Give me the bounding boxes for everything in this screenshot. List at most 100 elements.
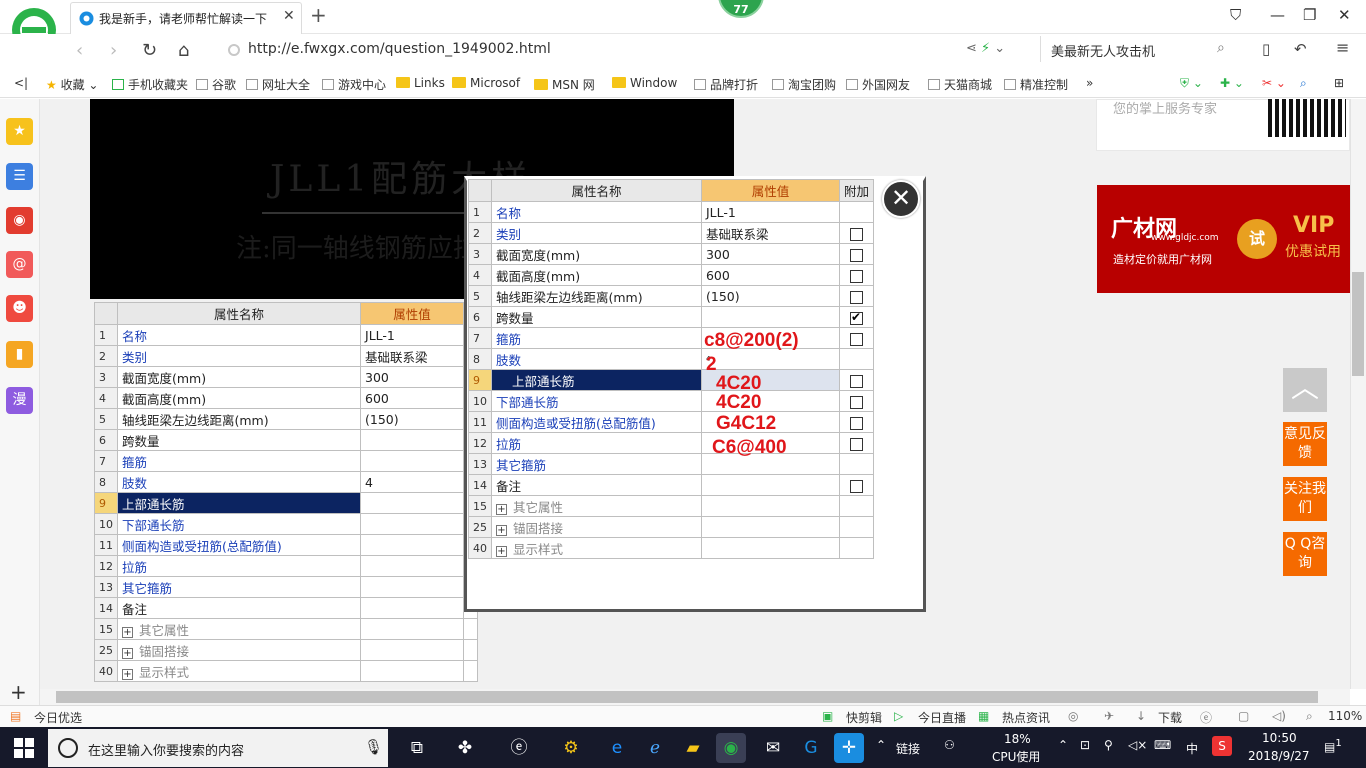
vertical-scrollbar[interactable] <box>1350 99 1366 689</box>
bookmark-item[interactable]: 游戏中心 <box>322 76 386 93</box>
row-property-name[interactable]: 箍筋 <box>491 327 702 349</box>
row-property-value[interactable]: (150) <box>700 285 840 307</box>
row-property-value[interactable]: 600 <box>700 264 840 286</box>
browser-status-icon[interactable]: ⓔ <box>1200 709 1212 726</box>
table-row[interactable]: 3 截面宽度(mm) 300 <box>468 243 875 265</box>
expand-icon[interactable]: + <box>496 503 507 515</box>
table-row[interactable]: 11 侧面构造或受扭筋(总配筋值) <box>94 534 478 556</box>
row-property-value[interactable] <box>360 576 464 598</box>
keyboard-icon[interactable]: ⌨ <box>1154 738 1171 752</box>
back-icon[interactable]: ‹ <box>76 40 83 61</box>
row-property-name[interactable]: 类别 <box>116 345 362 367</box>
news-icon[interactable]: ☰ <box>6 163 33 190</box>
row-property-name[interactable]: 类别 <box>491 222 702 244</box>
expand-icon[interactable]: + <box>496 524 507 536</box>
new-tab-button[interactable]: + <box>310 3 327 27</box>
settings-app-icon[interactable]: ⚙ <box>556 733 586 763</box>
bookmark-folder[interactable]: Microsof <box>452 76 520 90</box>
table-row[interactable]: 7 箍筋 <box>94 450 478 472</box>
table-row[interactable]: 14 备注 <box>468 474 875 496</box>
taskbar-search-input[interactable]: 在这里输入你要搜索的内容 🎙 <box>48 729 388 767</box>
follow-button[interactable]: 关注我们 <box>1283 477 1327 521</box>
table-row[interactable]: 4 截面高度(mm) 600 <box>468 264 875 286</box>
row-property-name[interactable]: 截面高度(mm) <box>491 264 702 286</box>
bookmark-item[interactable]: 淘宝团购 <box>772 76 836 93</box>
wifi-icon[interactable]: ⚲ <box>1104 738 1113 752</box>
table-row[interactable]: 12 拉筋 <box>94 555 478 577</box>
table-row[interactable]: 1 名称 JLL-1 <box>468 201 875 223</box>
bookmark-folder[interactable]: MSN 网 <box>534 76 595 93</box>
microphone-icon[interactable]: 🎙 <box>364 738 383 756</box>
table-row[interactable]: 11 侧面构造或受扭筋(总配筋值) <box>468 411 875 433</box>
row-property-value[interactable]: JLL-1 <box>360 324 464 346</box>
close-modal-button[interactable]: ✕ <box>882 180 920 218</box>
row-property-name[interactable]: 轴线距梁左边线距离(mm) <box>491 285 702 307</box>
mail-icon[interactable]: ✉ <box>758 733 788 763</box>
table-row[interactable]: 7 箍筋 <box>468 327 875 349</box>
bookmark-folder[interactable]: Links <box>396 76 445 90</box>
expand-icon[interactable]: + <box>496 545 507 557</box>
download-link[interactable]: 下载 <box>1158 709 1182 726</box>
pin-icon[interactable]: ✈ <box>1104 709 1114 723</box>
bookmark-item[interactable]: 谷歌 <box>196 76 236 93</box>
ime-indicator[interactable]: 中 <box>1186 740 1198 757</box>
row-property-value[interactable] <box>360 555 464 577</box>
extra-checkbox[interactable] <box>849 248 863 262</box>
links-toolbar[interactable]: 链接 <box>896 740 920 757</box>
expand-icon[interactable]: + <box>122 626 133 638</box>
extra-checkbox[interactable] <box>849 310 863 325</box>
extra-checkbox[interactable] <box>849 269 863 283</box>
extra-checkbox[interactable] <box>849 227 863 241</box>
g-app-icon[interactable]: G <box>796 733 826 763</box>
row-property-name[interactable]: 侧面构造或受扭筋(总配筋值) <box>491 411 702 433</box>
row-property-name[interactable]: + 锚固搭接 <box>116 639 362 661</box>
expand-icon[interactable]: + <box>122 647 133 659</box>
row-property-value[interactable] <box>360 597 464 619</box>
home-icon[interactable]: ⌂ <box>178 40 189 61</box>
tray-up-icon[interactable]: ⌃ <box>1058 738 1068 752</box>
row-property-name[interactable]: 下部通长筋 <box>116 513 362 535</box>
row-property-value[interactable]: 300 <box>700 243 840 265</box>
row-property-name[interactable]: 截面高度(mm) <box>116 387 362 409</box>
vertical-scroll-thumb[interactable] <box>1352 272 1364 376</box>
undo-icon[interactable]: ↶ <box>1294 40 1307 58</box>
pinwheel-app-icon[interactable]: ✤ <box>450 733 480 763</box>
search-icon[interactable]: ⌕ <box>1217 40 1225 56</box>
bookmark-item[interactable]: 手机收藏夹 <box>112 76 188 93</box>
extra-checkbox[interactable] <box>849 479 863 493</box>
file-explorer-icon[interactable]: ▰ <box>678 733 708 763</box>
table-row[interactable]: 5 轴线距梁左边线距离(mm) (150) <box>94 408 478 430</box>
table-row[interactable]: 3 截面宽度(mm) 300 <box>94 366 478 388</box>
feedback-button[interactable]: 意见反馈 <box>1283 422 1327 466</box>
table-row[interactable]: 9 上部通长筋 <box>468 369 875 391</box>
speed-icon[interactable]: ◎ <box>1068 709 1078 723</box>
row-property-value[interactable] <box>360 639 464 661</box>
table-row[interactable]: 40 + 显示样式 <box>468 537 875 559</box>
sogou-ime-icon[interactable]: S <box>1212 736 1232 756</box>
volume-icon[interactable]: ◁× <box>1128 738 1147 752</box>
apps-icon[interactable]: ⊞ <box>1334 76 1344 90</box>
table-row[interactable]: 10 下部通长筋 <box>94 513 478 535</box>
book-icon[interactable]: ▮ <box>6 341 33 368</box>
action-center-icon[interactable]: ▤1 <box>1324 738 1342 754</box>
back-to-top-button[interactable]: ︿ <box>1283 368 1327 412</box>
horizontal-scroll-thumb[interactable] <box>56 691 1318 703</box>
email-icon[interactable]: @ <box>6 251 33 278</box>
row-property-name[interactable]: 上部通长筋 <box>116 492 362 514</box>
people-icon[interactable]: ⚇ <box>944 738 955 752</box>
favorites-icon[interactable]: ★ <box>6 118 33 145</box>
row-property-value[interactable] <box>700 495 840 517</box>
row-property-name[interactable]: 备注 <box>491 474 702 496</box>
row-property-name[interactable]: + 锚固搭接 <box>491 516 702 538</box>
bookmark-item[interactable]: ★ 收藏 ⌄ <box>46 76 98 93</box>
windows-start-icon[interactable] <box>14 738 34 758</box>
translate-icon[interactable]: ✚ ⌄ <box>1220 76 1244 90</box>
table-row[interactable]: 8 肢数 4 <box>468 348 875 370</box>
bookmark-item[interactable]: 品牌打折 <box>694 76 758 93</box>
row-property-name[interactable]: 肢数 <box>491 348 702 370</box>
row-property-value[interactable]: 300 <box>360 366 464 388</box>
table-row[interactable]: 40 + 显示样式 <box>94 660 478 682</box>
row-property-value[interactable]: 4 <box>360 471 464 493</box>
reload-icon[interactable]: ↻ <box>142 40 157 61</box>
table-row[interactable]: 1 名称 JLL-1 <box>94 324 478 346</box>
